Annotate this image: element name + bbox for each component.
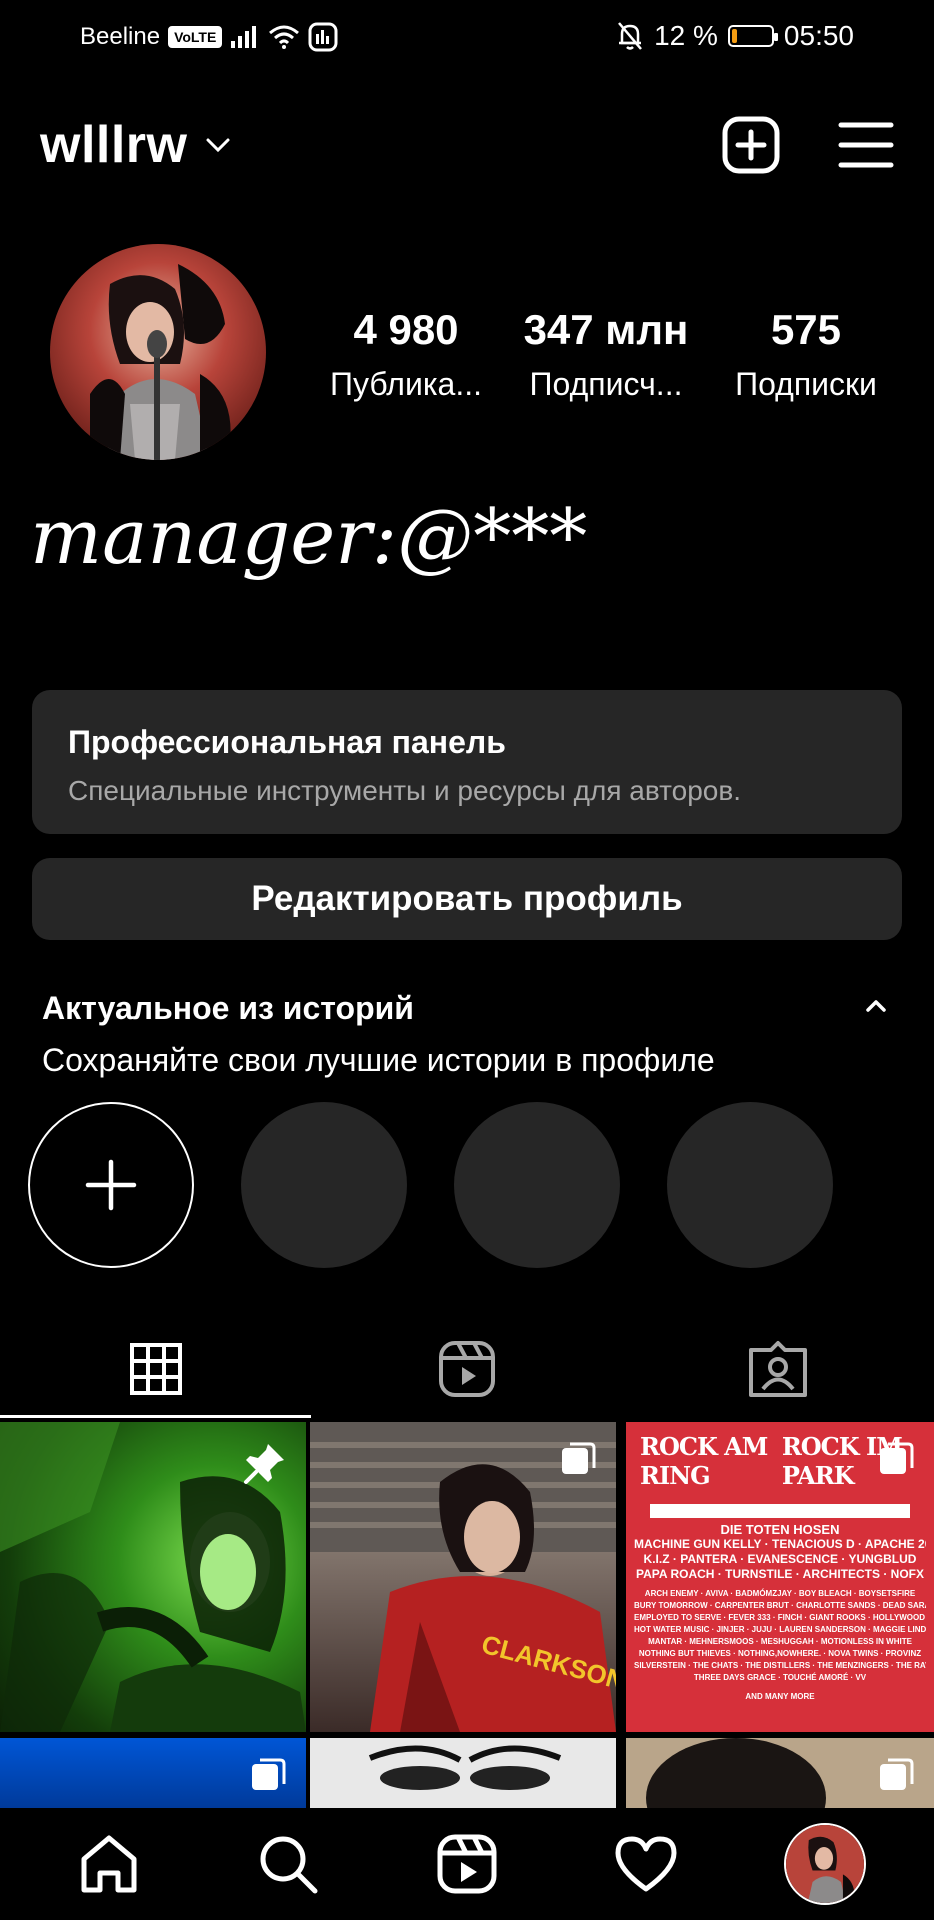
add-post-icon[interactable] <box>722 116 780 174</box>
stat-value: 347 млн <box>523 306 689 353</box>
avatar-image <box>785 1825 864 1903</box>
highlights-subtitle: Сохраняйте свои лучшие истории в профиле <box>42 1042 715 1078</box>
poster-lineup: DIE TOTEN HOSEN MACHINE GUN KELLY · TENA… <box>626 1490 934 1714</box>
battery-percent: 12 % <box>654 20 718 51</box>
poster-line: SILVERSTEIN · THE CHATS · THE DISTILLERS… <box>634 1661 926 1670</box>
post-thumbnail[interactable] <box>0 1738 306 1808</box>
carousel-icon <box>880 1442 914 1474</box>
post-thumbnail[interactable] <box>310 1738 616 1808</box>
nav-activity[interactable] <box>596 1814 696 1914</box>
edit-profile-button[interactable]: Редактировать профиль <box>32 858 902 940</box>
poster-line: K.I.Z · PANTERA · EVANESCENCE · YUNGBLUD <box>643 1552 917 1566</box>
bottom-navigation <box>0 1808 934 1920</box>
header-actions <box>722 116 894 174</box>
poster-line: MANTAR · MEHNERSMOOS · MESHUGGAH · MOTIO… <box>648 1637 912 1646</box>
pro-panel-subtitle: Специальные инструменты и ресурсы для ав… <box>68 775 742 806</box>
plus-icon <box>85 1159 137 1211</box>
profile-header: wlllrw <box>40 100 894 190</box>
username[interactable]: wlllrw <box>40 115 187 175</box>
chevron-up-icon[interactable] <box>862 992 890 1020</box>
battery-fill <box>731 29 737 43</box>
tab-posts[interactable] <box>0 1320 312 1418</box>
wifi-icon <box>269 25 300 49</box>
profile-tabs <box>0 1320 934 1418</box>
highlights-row <box>28 1102 908 1268</box>
carousel-icon <box>880 1758 914 1790</box>
home-icon <box>81 1835 137 1893</box>
poster-line: HOT WATER MUSIC · JINJER · JUJU · LAUREN… <box>634 1625 926 1634</box>
poster-line: EMPLOYED TO SERVE · FEVER 333 · FINCH · … <box>634 1613 926 1622</box>
post-image <box>368 1745 562 1790</box>
highlight-placeholder <box>454 1102 620 1268</box>
chevron-down-icon[interactable] <box>203 130 233 160</box>
avatar <box>783 1823 866 1905</box>
stat-following[interactable]: 575 Подписки <box>716 306 896 403</box>
nav-home[interactable] <box>59 1814 159 1914</box>
avatar-image <box>50 244 266 460</box>
pro-panel-title: Профессиональная панель <box>68 724 506 760</box>
nav-reels[interactable] <box>417 1814 517 1914</box>
stat-value: 4 980 <box>353 306 459 353</box>
status-right: 12 % 05:50 <box>616 20 854 52</box>
post-thumbnail[interactable]: CLARKSON <box>310 1422 616 1732</box>
tab-tagged[interactable] <box>623 1320 934 1418</box>
signal-icon <box>231 26 257 48</box>
poster-line: NOTHING BUT THIEVES · NOTHING,NOWHERE. ·… <box>638 1649 922 1658</box>
tab-reels[interactable] <box>311 1320 622 1418</box>
stat-label: Публика... <box>330 366 482 402</box>
posts-grid: CLARKSON ROCK AM RING ROCK IM PARK DIE T… <box>0 1422 934 1808</box>
profile-screen: Beeline VoLTE 12 % 05:50 wlllrw 4 980 Пу… <box>0 0 934 1920</box>
profile-bio: manager:@*** <box>30 492 588 581</box>
post-thumbnail[interactable] <box>626 1738 934 1808</box>
highlights-title: Актуальное из историй <box>42 990 414 1026</box>
volte-badge: VoLTE <box>168 26 223 48</box>
search-icon <box>260 1836 318 1894</box>
poster-line: BURY TOMORROW · CARPENTER BRUT · CHARLOT… <box>634 1601 926 1610</box>
pin-icon <box>244 1444 284 1484</box>
reels-icon <box>437 1834 497 1894</box>
poster-logo: ROCK AM RING <box>640 1432 768 1490</box>
stat-posts[interactable]: 4 980 Публика... <box>316 306 496 403</box>
poster-line: THREE DAYS GRACE · TOUCHÉ AMORÉ · VV <box>693 1673 867 1682</box>
poster-line: ARCH ENEMY · AVIVA · BADMÓMZJAY · BOY BL… <box>644 1589 916 1598</box>
status-bar: Beeline VoLTE 12 % 05:50 <box>0 0 934 76</box>
post-thumbnail[interactable] <box>0 1422 306 1732</box>
carrier-name: Beeline <box>80 23 161 50</box>
grid-icon <box>129 1343 182 1395</box>
menu-icon[interactable] <box>838 120 894 170</box>
muted-bell-icon <box>618 22 643 50</box>
carousel-icon <box>562 1442 596 1474</box>
nav-search[interactable] <box>238 1814 338 1914</box>
poster-line: DIE TOTEN HOSEN <box>720 1522 840 1537</box>
highlight-placeholder <box>241 1102 407 1268</box>
highlight-placeholder <box>667 1102 833 1268</box>
reels-icon <box>438 1341 495 1397</box>
battery-icon <box>727 25 778 47</box>
heart-icon <box>615 1836 677 1892</box>
post-thumbnail[interactable]: ROCK AM RING ROCK IM PARK DIE TOTEN HOSE… <box>626 1422 934 1732</box>
stat-label: Подписч... <box>529 366 683 402</box>
poster-redaction-bar <box>650 1504 910 1518</box>
stat-followers[interactable]: 347 млн Подписч... <box>516 306 696 403</box>
nav-profile[interactable] <box>775 1814 875 1914</box>
stat-value: 575 <box>770 306 842 353</box>
professional-dashboard[interactable]: Профессиональная панель Специальные инст… <box>32 690 902 834</box>
poster-line: PAPA ROACH · TURNSTILE · ARCHITECTS · NO… <box>636 1567 924 1581</box>
profile-stats: 4 980 Публика... 347 млн Подписч... 575 … <box>316 306 896 403</box>
carousel-icon <box>252 1758 286 1790</box>
new-highlight-button[interactable] <box>28 1102 194 1268</box>
poster-line: AND MANY MORE <box>745 1692 815 1701</box>
status-left: Beeline VoLTE <box>80 22 338 52</box>
data-icon <box>308 22 338 52</box>
poster-line: MACHINE GUN KELLY · TENACIOUS D · APACHE… <box>634 1537 926 1551</box>
tagged-icon <box>749 1341 808 1397</box>
stat-label: Подписки <box>735 366 877 402</box>
profile-avatar[interactable] <box>50 244 266 460</box>
clock: 05:50 <box>783 20 854 51</box>
